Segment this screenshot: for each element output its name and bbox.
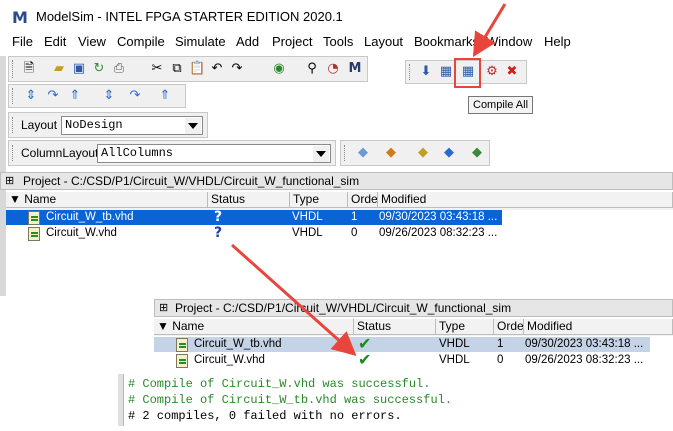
arrow-to-status-check [231,243,357,356]
arrow-to-compile-all [472,3,507,58]
annotation-arrows [231,3,507,356]
